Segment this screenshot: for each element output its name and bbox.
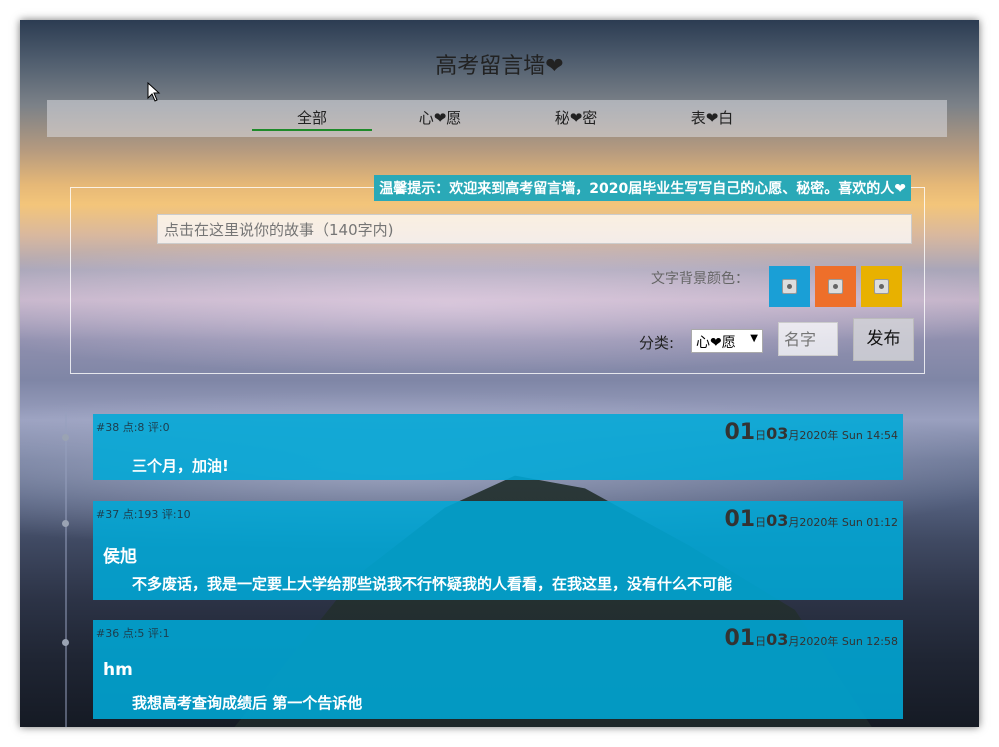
tab-all[interactable]: 全部: [252, 100, 372, 137]
post-content: 我想高考查询成绩后 第一个告诉他: [132, 694, 363, 712]
category-select[interactable]: 心❤愿 ▼: [691, 329, 763, 353]
color-swatch-yellow[interactable]: [861, 266, 902, 307]
name-field[interactable]: [778, 322, 838, 356]
dropdown-arrow-icon: ▼: [750, 333, 758, 344]
post-date: 01日03月2020年 Sun 12:58: [724, 626, 898, 651]
timeline-dot: [62, 434, 69, 441]
radio-icon: [782, 279, 797, 294]
post-date: 01日03月2020年 Sun 01:12: [724, 507, 898, 532]
mouse-cursor-icon: [147, 82, 161, 102]
post-content: 三个月，加油!: [132, 457, 229, 475]
post-meta: #38 点:8 评:0: [96, 421, 170, 434]
post-card[interactable]: #36 点:5 评:1 01日03月2020年 Sun 12:58 hm 我想高…: [93, 620, 903, 719]
category-label: 分类:: [639, 334, 675, 352]
timeline-dot: [62, 520, 69, 527]
tab-wish[interactable]: 心❤愿: [380, 100, 500, 137]
page-frame: 高考留言墙❤ 全部 心❤愿 秘❤密 表❤白 温馨提示：欢迎来到高考留言墙，202…: [20, 20, 979, 727]
post-form: 温馨提示：欢迎来到高考留言墙，2020届毕业生写写自己的心愿、秘密。喜欢的人❤ …: [70, 175, 925, 374]
color-swatch-orange[interactable]: [815, 266, 856, 307]
timeline-dot: [62, 639, 69, 646]
welcome-hint: 温馨提示：欢迎来到高考留言墙，2020届毕业生写写自己的心愿、秘密。喜欢的人❤: [374, 175, 911, 201]
color-swatch-blue[interactable]: [769, 266, 810, 307]
story-input[interactable]: [157, 214, 912, 244]
radio-icon: [828, 279, 843, 294]
post-meta: #37 点:193 评:10: [96, 508, 191, 521]
post-date: 01日03月2020年 Sun 14:54: [724, 420, 898, 445]
post-author: 侯旭: [103, 547, 137, 567]
post-content: 不多废话，我是一定要上大学给那些说我不行怀疑我的人看看，在我这里，没有什么不可能: [132, 575, 733, 593]
tab-confession[interactable]: 表❤白: [652, 100, 772, 137]
publish-button[interactable]: 发布: [853, 318, 914, 361]
page-title: 高考留言墙❤: [435, 54, 564, 79]
color-label: 文字背景颜色：: [651, 271, 749, 287]
post-author: hm: [103, 660, 133, 680]
timeline-line: [65, 412, 67, 727]
radio-icon: [874, 279, 889, 294]
tab-secret[interactable]: 秘❤密: [516, 100, 636, 137]
post-meta: #36 点:5 评:1: [96, 627, 170, 640]
post-card[interactable]: #37 点:193 评:10 01日03月2020年 Sun 01:12 侯旭 …: [93, 501, 903, 600]
category-nav: 全部 心❤愿 秘❤密 表❤白: [47, 100, 947, 137]
post-card[interactable]: #38 点:8 评:0 01日03月2020年 Sun 14:54 三个月，加油…: [93, 414, 903, 480]
